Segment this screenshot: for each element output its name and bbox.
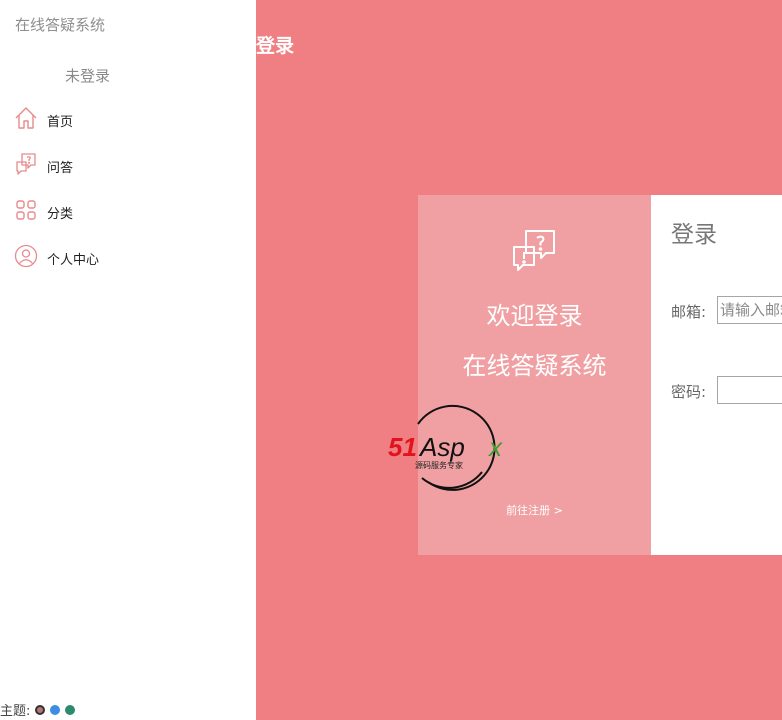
category-icon (14, 198, 38, 226)
nav-label-category: 分类 (47, 206, 74, 222)
nav-item-category[interactable]: 分类 (0, 189, 256, 235)
nav-item-qa[interactable]: 问答 (0, 143, 256, 189)
form-title: 登录 (671, 222, 717, 248)
nav-menu: 首页 问答 分类 个人中心 (0, 97, 256, 281)
nav-label-home: 首页 (47, 114, 74, 130)
app-title: 在线答疑系统 (15, 16, 106, 34)
welcome-panel: 欢迎登录 在线答疑系统 前往注册 > (418, 195, 651, 555)
theme-label: 主题: (0, 704, 31, 719)
password-field[interactable] (717, 376, 782, 404)
nav-label-profile: 个人中心 (47, 252, 100, 268)
watermark-logo: 51 Asp x 源码服务专家 (388, 402, 510, 494)
theme-switcher: 主题: (0, 700, 76, 719)
theme-dot-red[interactable] (35, 704, 46, 715)
email-label: 邮箱: (671, 303, 707, 321)
login-form: 登录 邮箱: 密码: (651, 195, 782, 555)
svg-text:源码服务专家: 源码服务专家 (415, 460, 463, 470)
nav-item-profile[interactable]: 个人中心 (0, 235, 256, 281)
user-status[interactable]: 未登录 (65, 65, 110, 86)
svg-text:Asp: Asp (418, 432, 465, 462)
page-title: 登录 (256, 35, 295, 57)
home-icon (14, 106, 38, 134)
user-icon (14, 244, 38, 272)
register-link[interactable]: 前往注册 > (418, 502, 651, 518)
login-card: 欢迎登录 在线答疑系统 前往注册 > 登录 邮箱: 密码: (418, 195, 782, 555)
svg-text:51: 51 (388, 432, 417, 462)
nav-item-home[interactable]: 首页 (0, 97, 256, 143)
theme-dot-green[interactable] (65, 704, 76, 715)
sidebar: 在线答疑系统 未登录 首页 问答 分类 个人中心 主题: (0, 0, 256, 720)
theme-dot-blue[interactable] (50, 704, 61, 715)
welcome-heading: 欢迎登录 (486, 302, 583, 330)
qa-icon (510, 227, 558, 275)
qa-icon (14, 152, 38, 180)
password-label: 密码: (671, 383, 707, 401)
welcome-subheading: 在线答疑系统 (462, 352, 607, 380)
svg-text:x: x (487, 432, 503, 462)
email-field[interactable] (717, 296, 782, 324)
nav-label-qa: 问答 (47, 160, 74, 176)
